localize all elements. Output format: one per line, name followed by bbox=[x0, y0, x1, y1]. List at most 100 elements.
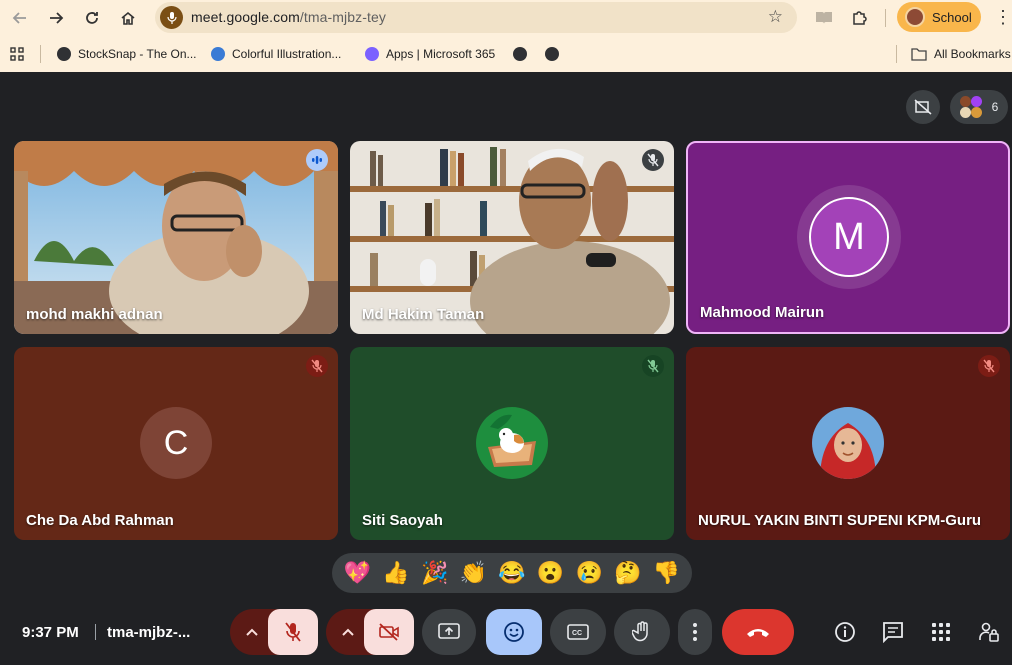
raise-hand-button[interactable] bbox=[614, 609, 670, 655]
present-screen-button[interactable] bbox=[422, 609, 476, 655]
bookmarks-divider bbox=[896, 45, 897, 63]
meeting-time: 9:37 PM bbox=[22, 624, 79, 641]
url-path: /tma-mjbz-tey bbox=[299, 9, 386, 25]
reaction-laugh[interactable]: 😂 bbox=[496, 557, 528, 589]
participant-name: Md Hakim Taman bbox=[362, 306, 485, 323]
camera-off-icon bbox=[379, 623, 399, 641]
address-bar[interactable]: meet.google.com/tma-mjbz-tey ☆ bbox=[155, 2, 797, 33]
apps-grid-icon[interactable] bbox=[10, 45, 24, 63]
chat-button[interactable] bbox=[878, 617, 908, 647]
back-arrow-icon bbox=[12, 12, 26, 24]
microsoft365-icon bbox=[365, 47, 379, 61]
more-vert-icon bbox=[693, 623, 697, 641]
reactions-button[interactable] bbox=[486, 609, 542, 655]
home-button[interactable] bbox=[114, 4, 142, 32]
raise-hand-icon bbox=[632, 621, 648, 642]
forward-button[interactable] bbox=[42, 4, 70, 32]
bookmark-star-icon[interactable]: ☆ bbox=[768, 7, 783, 27]
emoji-icon bbox=[504, 622, 524, 642]
meeting-info-divider bbox=[95, 624, 96, 640]
reaction-thinking[interactable]: 🤔 bbox=[612, 557, 644, 589]
meet-stage: 6 mohd makhi adnan Md Hakim Taman M Mahm… bbox=[0, 72, 1012, 665]
host-controls-button[interactable] bbox=[974, 617, 1004, 647]
bookmark-item[interactable]: Apps | Microsoft 365 bbox=[365, 45, 495, 63]
all-bookmarks-label: All Bookmarks bbox=[934, 47, 1011, 61]
reading-mode-icon[interactable] bbox=[813, 7, 835, 29]
profile-button[interactable]: School bbox=[897, 2, 981, 32]
hide-self-view-button[interactable] bbox=[906, 90, 940, 124]
reload-button[interactable] bbox=[78, 4, 106, 32]
chevron-up-icon bbox=[246, 628, 258, 636]
back-button[interactable] bbox=[6, 4, 34, 32]
reaction-thumbs-down[interactable]: 👎 bbox=[651, 557, 683, 589]
bookmark-item[interactable]: StockSnap - The On... bbox=[57, 45, 197, 63]
mic-off-icon bbox=[978, 355, 1000, 377]
reaction-surprised[interactable]: 😮 bbox=[535, 557, 567, 589]
camera-control-group bbox=[326, 609, 414, 655]
participant-name: Che Da Abd Rahman bbox=[26, 512, 174, 529]
more-options-button[interactable] bbox=[678, 609, 712, 655]
mic-off-icon bbox=[285, 622, 301, 642]
browser-chrome: meet.google.com/tma-mjbz-tey ☆ School ⋮ … bbox=[0, 0, 1012, 72]
folder-icon bbox=[911, 47, 927, 61]
participant-avatars-icon bbox=[959, 96, 984, 118]
participant-tile[interactable]: C Che Da Abd Rahman bbox=[14, 347, 338, 540]
toolbar-divider bbox=[885, 9, 886, 27]
home-icon bbox=[121, 11, 135, 25]
all-bookmarks-button[interactable]: All Bookmarks bbox=[911, 45, 1011, 63]
participants-button[interactable]: 6 bbox=[950, 90, 1008, 124]
participant-tile[interactable]: NURUL YAKIN BINTI SUPENI KPM-Guru bbox=[686, 347, 1010, 540]
meeting-controls: 9:37 PM tma-mjbz-... CC bbox=[0, 598, 1012, 665]
avatar-image bbox=[812, 407, 884, 479]
globe-icon bbox=[57, 47, 71, 61]
participant-tile[interactable]: M Mahmood Mairun bbox=[686, 141, 1010, 334]
participant-tile[interactable]: Md Hakim Taman bbox=[350, 141, 674, 334]
bookmark-label: StockSnap - The On... bbox=[78, 47, 197, 61]
mic-off-icon bbox=[642, 355, 664, 377]
url-text: meet.google.com/tma-mjbz-tey bbox=[191, 9, 386, 25]
leave-call-button[interactable] bbox=[722, 609, 794, 655]
participant-count: 6 bbox=[991, 100, 999, 114]
extensions-icon[interactable] bbox=[849, 7, 871, 29]
info-icon bbox=[835, 622, 855, 642]
activities-button[interactable] bbox=[926, 617, 956, 647]
reaction-heart[interactable]: 💖 bbox=[341, 557, 373, 589]
participant-name: mohd makhi adnan bbox=[26, 306, 163, 323]
reaction-clap[interactable]: 👏 bbox=[457, 557, 489, 589]
bookmark-item[interactable]: Colorful Illustration... bbox=[211, 45, 341, 63]
captions-button[interactable]: CC bbox=[550, 609, 606, 655]
avatar: C bbox=[140, 407, 212, 479]
profile-label: School bbox=[932, 9, 972, 25]
participant-name: NURUL YAKIN BINTI SUPENI KPM-Guru bbox=[698, 512, 982, 529]
participant-tile[interactable]: Siti Saoyah bbox=[350, 347, 674, 540]
lock-person-icon bbox=[979, 622, 999, 642]
bookmark-item[interactable] bbox=[545, 45, 566, 63]
bookmarks-bar: StockSnap - The On... Colorful Illustrat… bbox=[0, 38, 1012, 70]
meeting-details-button[interactable] bbox=[830, 617, 860, 647]
reaction-thumbs-up[interactable]: 👍 bbox=[380, 557, 412, 589]
browser-toolbar: meet.google.com/tma-mjbz-tey ☆ School ⋮ bbox=[0, 0, 1012, 36]
svg-text:CC: CC bbox=[572, 630, 582, 637]
avatar-image bbox=[476, 407, 548, 479]
camera-toggle-button[interactable] bbox=[364, 609, 414, 655]
microphone-icon[interactable] bbox=[160, 6, 183, 29]
globe-icon bbox=[545, 47, 559, 61]
chat-icon bbox=[883, 622, 903, 643]
reaction-party[interactable]: 🎉 bbox=[419, 557, 451, 589]
forward-arrow-icon bbox=[50, 12, 64, 24]
reload-icon bbox=[86, 12, 98, 24]
reaction-sad[interactable]: 😢 bbox=[573, 557, 605, 589]
mic-off-icon bbox=[306, 355, 328, 377]
browser-menu-icon[interactable]: ⋮ bbox=[994, 6, 1012, 30]
canva-icon bbox=[211, 47, 225, 61]
apps-grid-icon bbox=[932, 623, 950, 641]
chevron-up-icon bbox=[342, 628, 354, 636]
mic-toggle-button[interactable] bbox=[268, 609, 318, 655]
bookmark-label: Apps | Microsoft 365 bbox=[386, 47, 496, 61]
avatar-initial: C bbox=[163, 423, 189, 462]
participant-tile[interactable]: mohd makhi adnan bbox=[14, 141, 338, 334]
globe-icon bbox=[513, 47, 527, 61]
bookmarks-separator bbox=[40, 45, 41, 63]
bookmark-item[interactable] bbox=[513, 45, 534, 63]
avatar-initial: M bbox=[833, 215, 865, 258]
